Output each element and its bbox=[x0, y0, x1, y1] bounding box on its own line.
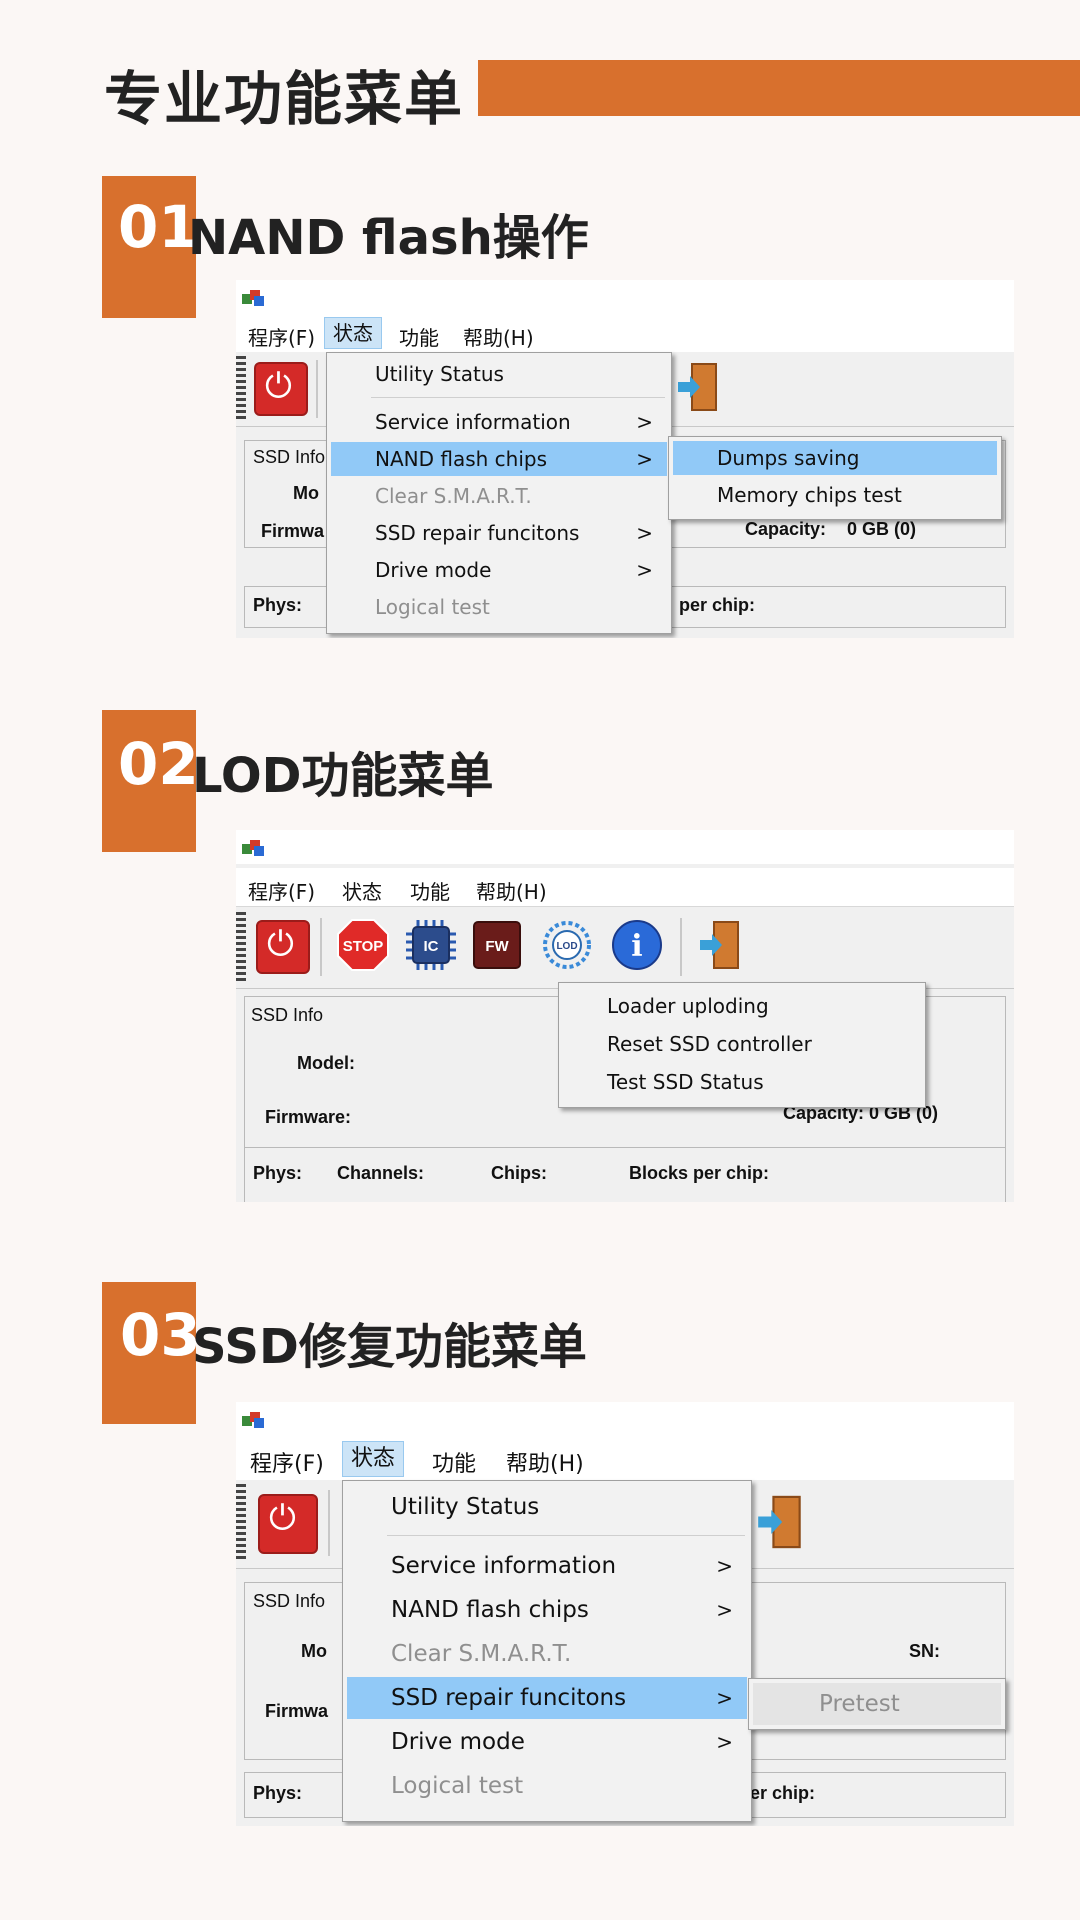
menu-item-ssd-repair[interactable]: SSD repair funcitons > bbox=[331, 516, 667, 550]
chevron-right-icon: > bbox=[716, 1686, 733, 1710]
screenshot-lod: 程序(F) 状态 功能 帮助(H) STOP IC FW LOD i bbox=[236, 830, 1014, 1202]
app-icon bbox=[242, 1412, 264, 1428]
title-accent-bar bbox=[478, 60, 1080, 116]
svg-text:i: i bbox=[631, 929, 642, 964]
stop-button[interactable]: STOP bbox=[336, 918, 390, 972]
section-title: SSD修复功能菜单 bbox=[192, 1319, 587, 1375]
menu-item-service-information[interactable]: Service information > bbox=[347, 1545, 747, 1587]
menu-status[interactable]: 状态 bbox=[324, 317, 382, 349]
power-button[interactable] bbox=[256, 920, 310, 974]
menu-bar: 程序(F) 状态 功能 帮助(H) bbox=[236, 314, 1014, 353]
power-button[interactable] bbox=[258, 1494, 318, 1554]
menu-item-ssd-repair[interactable]: SSD repair funcitons > bbox=[347, 1677, 747, 1719]
power-button[interactable] bbox=[254, 362, 308, 416]
exit-icon[interactable] bbox=[756, 1494, 804, 1550]
svg-text:FW: FW bbox=[485, 938, 509, 955]
menu-item-nand-flash-chips[interactable]: NAND flash chips > bbox=[331, 442, 667, 476]
menu-help[interactable]: 帮助(H) bbox=[476, 876, 547, 905]
menu-help[interactable]: 帮助(H) bbox=[506, 1446, 584, 1478]
section-number: 02 bbox=[118, 730, 199, 798]
section-title: LOD功能菜单 bbox=[192, 748, 494, 804]
section-number: 03 bbox=[120, 1301, 201, 1369]
chevron-right-icon: > bbox=[636, 410, 653, 434]
toolbar: STOP IC FW LOD i bbox=[236, 908, 1014, 989]
menu-status[interactable]: 状态 bbox=[342, 1441, 405, 1477]
menu-help[interactable]: 帮助(H) bbox=[463, 322, 534, 351]
toolbar-grip[interactable] bbox=[236, 356, 246, 420]
app-icon bbox=[242, 840, 264, 856]
menu-item-memory-chips-test[interactable]: Memory chips test bbox=[673, 478, 997, 512]
svg-text:STOP: STOP bbox=[343, 938, 384, 955]
menu-bar: 程序(F) 状态 功能 帮助(H) bbox=[236, 868, 1014, 907]
chevron-right-icon: > bbox=[716, 1730, 733, 1754]
menu-item-nand-flash-chips[interactable]: NAND flash chips > bbox=[347, 1589, 747, 1631]
menu-item-test-ssd-status[interactable]: Test SSD Status bbox=[563, 1065, 921, 1099]
menu-program[interactable]: 程序(F) bbox=[248, 322, 315, 351]
menu-function[interactable]: 功能 bbox=[410, 876, 450, 905]
menu-bar: 程序(F) 状态 功能 帮助(H) bbox=[236, 1438, 1014, 1481]
menu-item-logical-test: Logical test bbox=[375, 595, 490, 619]
status-dropdown-menu: Utility Status Service information > NAND… bbox=[342, 1480, 752, 1822]
toolbar-grip[interactable] bbox=[236, 1484, 246, 1560]
menu-item-utility-status[interactable]: Utility Status bbox=[347, 1487, 747, 1527]
chevron-right-icon: > bbox=[716, 1598, 733, 1622]
page-title: 专业功能菜单 bbox=[104, 65, 465, 133]
ssd-repair-submenu: Pretest bbox=[748, 1678, 1006, 1730]
lod-dropdown-menu: Loader uploding Reset SSD controller Tes… bbox=[558, 982, 926, 1108]
menu-function[interactable]: 功能 bbox=[432, 1446, 476, 1478]
svg-text:LOD: LOD bbox=[556, 941, 577, 952]
menu-item-dumps-saving[interactable]: Dumps saving bbox=[673, 441, 997, 475]
menu-item-drive-mode[interactable]: Drive mode > bbox=[347, 1721, 747, 1763]
screenshot-ssd-repair: 程序(F) 状态 功能 帮助(H) SSD Info Mo Firmwa SN:… bbox=[236, 1402, 1014, 1826]
menu-program[interactable]: 程序(F) bbox=[250, 1446, 324, 1478]
menu-item-drive-mode[interactable]: Drive mode > bbox=[331, 553, 667, 587]
menu-item-logical-test: Logical test bbox=[391, 1773, 524, 1799]
menu-item-clear-smart: Clear S.M.A.R.T. bbox=[391, 1641, 572, 1667]
exit-icon[interactable] bbox=[698, 920, 742, 970]
exit-icon[interactable] bbox=[676, 362, 720, 412]
screenshot-nand: 程序(F) 状态 功能 帮助(H) SSD Info Mo Firmwa Cap… bbox=[236, 280, 1014, 638]
menu-item-reset-ssd-controller[interactable]: Reset SSD controller bbox=[563, 1027, 921, 1061]
chevron-right-icon: > bbox=[716, 1554, 733, 1578]
status-dropdown-menu: Utility Status Service information > NAND… bbox=[326, 352, 672, 634]
menu-item-pretest: Pretest bbox=[753, 1683, 1001, 1725]
menu-item-utility-status[interactable]: Utility Status bbox=[331, 357, 667, 391]
chevron-right-icon: > bbox=[636, 447, 653, 471]
section-title: NAND flash操作 bbox=[188, 210, 589, 266]
menu-item-loader-uploading[interactable]: Loader uploding bbox=[563, 989, 921, 1023]
menu-status[interactable]: 状态 bbox=[342, 876, 382, 905]
section-number: 01 bbox=[118, 193, 199, 261]
toolbar-grip[interactable] bbox=[236, 912, 246, 982]
menu-item-clear-smart: Clear S.M.A.R.T. bbox=[375, 484, 532, 508]
nand-submenu: Dumps saving Memory chips test bbox=[668, 436, 1002, 520]
firmware-button[interactable]: FW bbox=[472, 920, 522, 970]
chevron-right-icon: > bbox=[636, 558, 653, 582]
lod-button[interactable]: LOD bbox=[540, 918, 594, 972]
menu-program[interactable]: 程序(F) bbox=[248, 876, 315, 905]
menu-item-service-information[interactable]: Service information > bbox=[331, 405, 667, 439]
menu-function[interactable]: 功能 bbox=[399, 322, 439, 351]
app-icon bbox=[242, 290, 264, 306]
info-icon[interactable]: i bbox=[610, 918, 664, 972]
svg-text:IC: IC bbox=[424, 938, 439, 955]
ic-chip-button[interactable]: IC bbox=[404, 918, 458, 972]
chevron-right-icon: > bbox=[636, 521, 653, 545]
